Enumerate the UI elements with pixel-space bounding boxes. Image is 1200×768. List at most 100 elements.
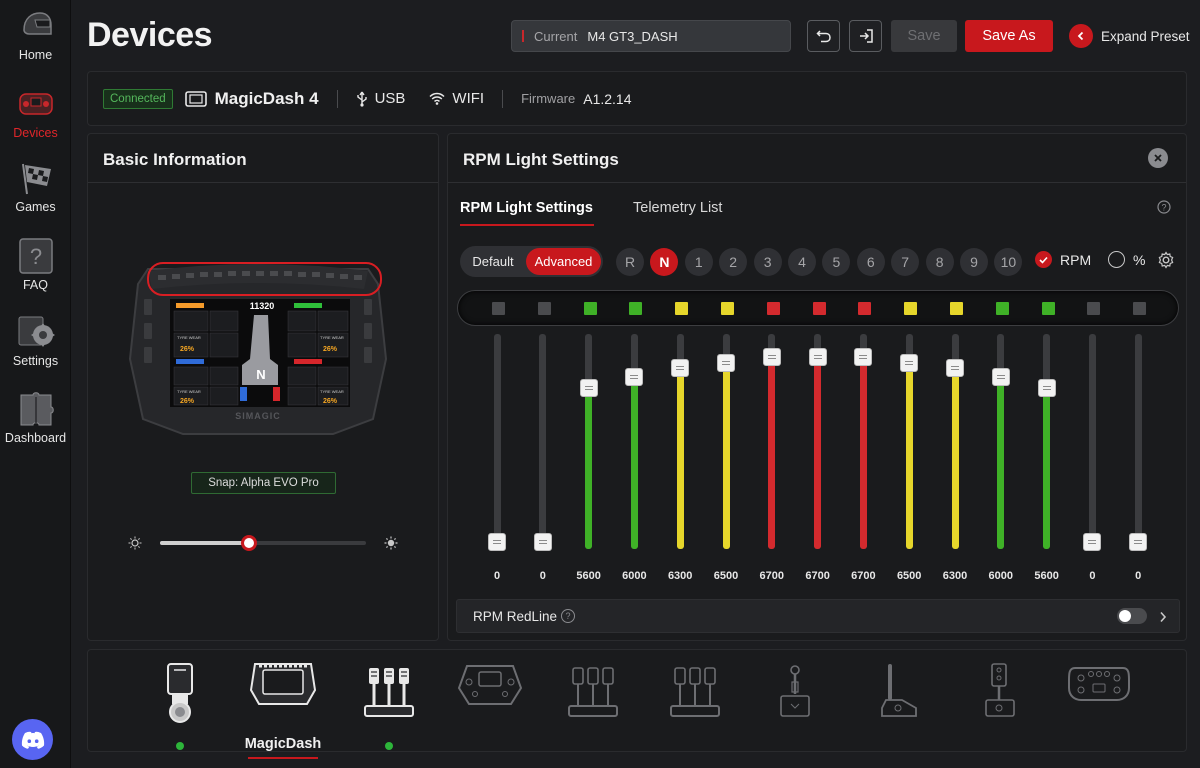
rpm-fader-knob[interactable] bbox=[488, 533, 506, 551]
rpm-fader-track[interactable] bbox=[1043, 334, 1051, 549]
dash-tyre-wear: 26% bbox=[323, 398, 338, 405]
import-button[interactable] bbox=[849, 20, 882, 52]
led-indicator bbox=[950, 302, 963, 315]
rpm-fader-fill bbox=[905, 363, 913, 549]
sidebar-item-home[interactable]: Home bbox=[0, 8, 71, 63]
dash-tyre-label: TYRE WEAR bbox=[320, 335, 344, 340]
gear-button-10[interactable]: 10 bbox=[994, 248, 1023, 276]
rpm-fader-knob[interactable] bbox=[1129, 533, 1148, 551]
discord-button[interactable] bbox=[12, 719, 53, 760]
rpm-fader-track[interactable] bbox=[859, 334, 867, 549]
rpm-fader-knob[interactable] bbox=[762, 348, 781, 366]
device-info-bar: Connected MagicDash 4 USB WIFI Firmware … bbox=[87, 71, 1187, 126]
sidebar-item-settings[interactable]: Settings bbox=[0, 314, 71, 369]
dash-brand-logo: SIMAGIC bbox=[235, 411, 281, 421]
radio-checked-icon bbox=[1035, 251, 1052, 268]
rpm-fader-track[interactable] bbox=[768, 334, 776, 549]
rpm-fader-knob[interactable] bbox=[808, 348, 827, 366]
rpm-fader-track[interactable] bbox=[814, 334, 822, 549]
usb-connection: USB bbox=[356, 90, 405, 107]
gear-button-7[interactable]: 7 bbox=[891, 248, 920, 276]
gear-button-9[interactable]: 9 bbox=[960, 248, 988, 276]
rpm-fader-knob[interactable] bbox=[717, 354, 735, 372]
shifter-icon bbox=[167, 663, 193, 723]
sidebar-item-games[interactable]: Games bbox=[0, 160, 71, 215]
rpm-fader-knob[interactable] bbox=[625, 368, 644, 386]
device-gamepad-wheel[interactable] bbox=[1064, 660, 1134, 745]
rpm-fader-track[interactable] bbox=[585, 334, 593, 549]
rpm-fader-track[interactable] bbox=[493, 334, 501, 549]
device-handbrake[interactable] bbox=[864, 660, 934, 745]
rpm-fader-knob[interactable] bbox=[900, 354, 919, 372]
rpm-fader-value: 6500 bbox=[896, 570, 922, 582]
rpm-fader-track[interactable] bbox=[997, 334, 1005, 549]
tab-rpm-light-settings[interactable]: RPM Light Settings bbox=[460, 200, 593, 216]
help-icon[interactable]: ? bbox=[1157, 200, 1171, 214]
rpm-fader-fill bbox=[951, 368, 959, 549]
brightness-slider-thumb[interactable] bbox=[240, 535, 257, 551]
rpm-fader-knob[interactable] bbox=[991, 368, 1010, 386]
rpm-fader-knob[interactable] bbox=[533, 533, 552, 551]
svg-text:?: ? bbox=[29, 244, 41, 269]
gear-button-2[interactable]: 2 bbox=[719, 248, 748, 276]
gear-button-6[interactable]: 6 bbox=[856, 248, 885, 276]
device-steering-wheel[interactable] bbox=[455, 660, 525, 745]
device-shifter[interactable] bbox=[145, 660, 215, 750]
device-magicdash[interactable]: MagicDash bbox=[245, 660, 321, 759]
rpm-fader-knob[interactable] bbox=[854, 348, 873, 366]
rpm-fader-knob[interactable] bbox=[946, 359, 964, 377]
rpm-fader-knob[interactable] bbox=[1037, 379, 1056, 397]
preset-label: Current bbox=[534, 28, 578, 44]
device-label: MagicDash bbox=[244, 736, 322, 752]
device-pedals[interactable] bbox=[354, 660, 424, 750]
gear-button-8[interactable]: 8 bbox=[925, 248, 954, 276]
sidebar-item-faq[interactable]: ? FAQ bbox=[0, 238, 71, 293]
redline-toggle[interactable] bbox=[1117, 608, 1147, 624]
dash-gear-readout: N bbox=[256, 367, 265, 382]
expand-preset-label: Expand Preset bbox=[1101, 28, 1190, 44]
sidebar-item-devices[interactable]: Devices bbox=[0, 86, 71, 141]
device-pedals-alt-2[interactable] bbox=[660, 660, 730, 745]
sidebar-item-dashboard[interactable]: Dashboard bbox=[0, 391, 71, 446]
rpm-fader-value: 5600 bbox=[1034, 570, 1059, 582]
undo-button[interactable] bbox=[807, 20, 840, 52]
rpm-fader-knob[interactable] bbox=[671, 359, 690, 377]
device-sequential-shifter[interactable] bbox=[965, 660, 1035, 745]
gear-button-3[interactable]: 3 bbox=[753, 248, 782, 276]
save-button[interactable]: Save bbox=[891, 20, 957, 52]
gear-button-n[interactable]: N bbox=[650, 248, 679, 276]
gear-button-5[interactable]: 5 bbox=[822, 248, 851, 276]
save-as-button[interactable]: Save As bbox=[965, 20, 1053, 52]
settings-gear-icon[interactable] bbox=[1157, 251, 1175, 269]
rpm-fader-value: 6700 bbox=[851, 570, 876, 582]
rpm-fader-knob[interactable] bbox=[1083, 533, 1102, 551]
wifi-label: WIFI bbox=[452, 90, 485, 107]
gear-button-r[interactable]: R bbox=[616, 248, 644, 276]
help-icon[interactable]: ? bbox=[561, 609, 575, 623]
rpm-fader-track[interactable] bbox=[630, 334, 638, 549]
brightness-slider[interactable] bbox=[160, 535, 366, 551]
mode-default-button[interactable]: Default bbox=[460, 246, 526, 277]
device-pedals-alt[interactable] bbox=[558, 660, 628, 745]
dash-preview-image: 11320 TYRE WEAR TYRE WEAR TYRE WEAR TYRE… bbox=[128, 262, 388, 435]
close-panel-button[interactable] bbox=[1148, 148, 1168, 168]
rpm-fader-track[interactable] bbox=[539, 334, 547, 549]
tab-telemetry-list[interactable]: Telemetry List bbox=[633, 200, 722, 216]
unit-rpm-radio[interactable]: RPM bbox=[1035, 251, 1091, 268]
expand-preset-button[interactable]: Expand Preset bbox=[1069, 23, 1190, 49]
led-indicator bbox=[1087, 302, 1101, 315]
device-joystick[interactable] bbox=[760, 660, 830, 745]
mode-advanced-button[interactable]: Advanced bbox=[526, 248, 601, 275]
rpm-fader-knob[interactable] bbox=[579, 379, 598, 397]
unit-percent-radio[interactable]: % bbox=[1108, 251, 1145, 268]
rpm-fader-track[interactable] bbox=[1134, 334, 1142, 549]
sidebar-item-label: Dashboard bbox=[4, 431, 67, 445]
gear-button-1[interactable]: 1 bbox=[684, 248, 713, 276]
gear-button-4[interactable]: 4 bbox=[788, 248, 816, 276]
brightness-high-icon bbox=[384, 536, 398, 550]
active-tab-indicator bbox=[460, 224, 594, 226]
rpm-fader-track[interactable] bbox=[1088, 334, 1096, 549]
led-indicator bbox=[812, 302, 826, 315]
preset-selector[interactable]: Current M4 GT3_DASH bbox=[511, 20, 791, 52]
chevron-right-icon[interactable] bbox=[1159, 611, 1167, 623]
